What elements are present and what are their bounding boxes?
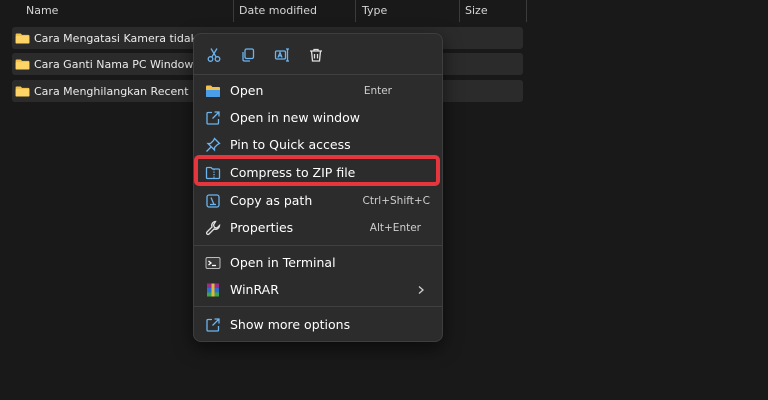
column-size[interactable]: Size <box>465 3 488 21</box>
cut-button[interactable] <box>200 43 228 67</box>
rename-icon <box>274 48 289 62</box>
highlight-box <box>194 155 440 186</box>
folder-icon <box>15 85 30 97</box>
cut-icon <box>207 48 221 62</box>
winrar-icon <box>207 283 219 297</box>
menu-item-label: Open in new window <box>230 110 360 125</box>
rename-button[interactable] <box>268 43 296 67</box>
column-date-modified[interactable]: Date modified <box>239 3 317 21</box>
delete-button[interactable] <box>302 43 330 67</box>
column-header: Name Date modified Type Size <box>0 0 768 22</box>
menu-item-label: Open in Terminal <box>230 255 336 270</box>
menu-item-label: Properties <box>230 220 294 235</box>
menu-item-open-new-window[interactable]: Open in new window <box>200 106 436 130</box>
column-separator[interactable] <box>355 0 356 22</box>
menu-item-label: Pin to Quick access <box>230 137 351 152</box>
copy-button[interactable] <box>234 43 262 67</box>
delete-icon <box>310 48 322 62</box>
menu-item-copy-as-path[interactable]: Copy as path Ctrl+Shift+C <box>200 189 436 213</box>
new-window-icon <box>206 111 220 125</box>
menu-item-label: Open <box>230 83 264 98</box>
wrench-icon <box>205 220 221 236</box>
menu-item-shortcut: Ctrl+Shift+C <box>362 195 430 207</box>
column-separator[interactable] <box>459 0 460 22</box>
menu-item-label: Copy as path <box>230 193 313 208</box>
menu-item-shortcut: Enter <box>363 85 392 97</box>
column-type[interactable]: Type <box>362 3 387 21</box>
more-options-icon <box>206 318 220 332</box>
context-menu: Open Enter Open in new window Pin to Qui… <box>193 33 443 342</box>
pin-icon <box>206 137 221 152</box>
file-name: Cara Mengatasi Kamera tidak berfungsi <box>34 31 212 45</box>
menu-item-pin-quick-access[interactable]: Pin to Quick access <box>200 133 436 157</box>
file-name: Cara Menghilangkan Recent Files Windows <box>34 84 212 98</box>
menu-divider <box>194 245 442 246</box>
menu-item-label: Show more options <box>230 317 351 332</box>
column-name[interactable]: Name <box>26 3 58 21</box>
menu-item-shortcut: Alt+Enter <box>369 222 421 234</box>
menu-item-winrar[interactable]: WinRAR <box>200 278 436 302</box>
menu-item-open[interactable]: Open Enter <box>200 79 436 103</box>
menu-item-properties[interactable]: Properties Alt+Enter <box>200 216 436 240</box>
file-name: Cara Ganti Nama PC Windows 11 <box>34 57 212 71</box>
folder-icon <box>15 32 30 44</box>
chevron-right-icon <box>418 286 424 294</box>
copy-icon <box>242 48 255 62</box>
menu-item-label: WinRAR <box>230 282 279 297</box>
copy-path-icon <box>206 194 220 208</box>
column-separator[interactable] <box>233 0 234 22</box>
terminal-icon <box>205 257 221 269</box>
folder-icon <box>15 58 30 70</box>
menu-divider <box>194 306 442 307</box>
menu-item-open-terminal[interactable]: Open in Terminal <box>200 251 436 275</box>
folder-open-icon <box>206 85 220 97</box>
column-separator[interactable] <box>526 0 527 22</box>
menu-item-show-more-options[interactable]: Show more options <box>200 313 436 337</box>
menu-divider <box>194 74 442 75</box>
